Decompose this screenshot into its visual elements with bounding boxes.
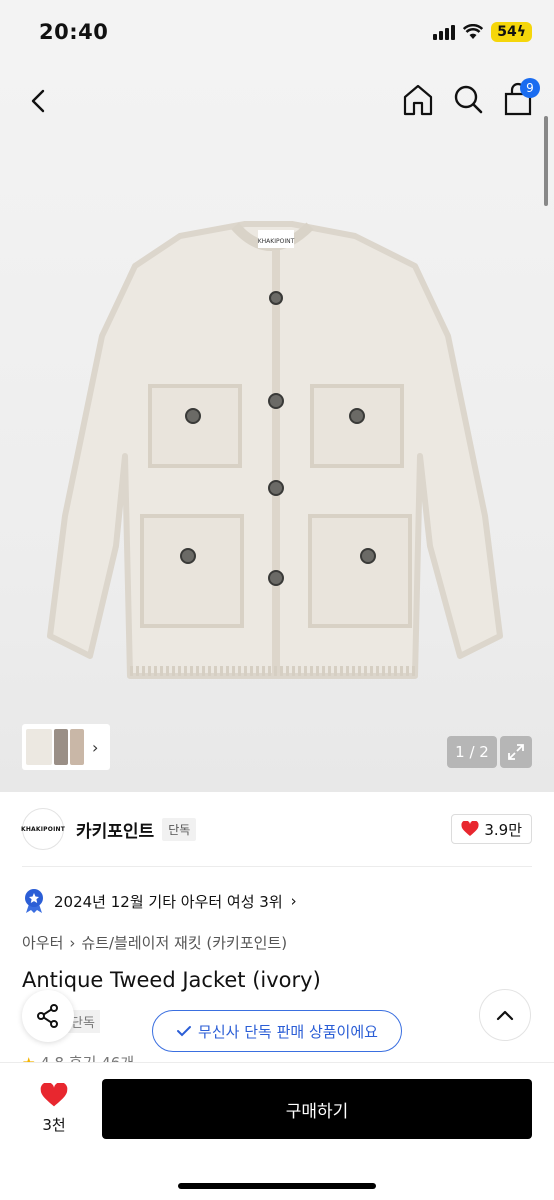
thumbnail-2[interactable]	[54, 729, 68, 765]
search-button[interactable]	[452, 82, 484, 118]
chevron-left-icon	[31, 89, 45, 113]
brand-logo[interactable]: KHAKIPOINT	[21, 808, 65, 850]
product-gallery[interactable]: 9 KHAKIPOINT › 1 / 2	[0, 66, 554, 792]
top-nav-actions: 9	[402, 78, 540, 118]
exclusive-notice-text: 무신사 단독 판매 상품이에요	[198, 1022, 378, 1041]
brand-like-button[interactable]: 3.9만	[451, 814, 532, 844]
thumbnail-1[interactable]	[26, 729, 52, 765]
ranking-link[interactable]: 2024년 12월 기타 아우터 여성 3위 ›	[22, 888, 297, 914]
back-button[interactable]	[22, 84, 56, 118]
check-icon	[177, 1026, 192, 1037]
thumbnail-strip[interactable]: ›	[22, 724, 110, 770]
signal-icon	[433, 24, 456, 40]
product-like-count: 3천	[42, 1116, 66, 1134]
cart-button[interactable]: 9	[502, 78, 540, 118]
chevron-right-icon: ›	[69, 933, 76, 952]
home-indicator	[178, 1183, 376, 1189]
ranking-badge-icon	[25, 889, 43, 913]
scroll-indicator	[544, 116, 548, 206]
breadcrumb-item[interactable]: 아우터	[22, 932, 63, 953]
image-counter: 1 / 2	[447, 736, 497, 768]
breadcrumb: 아우터 › 슈트/블레이저 재킷 (카키포인트)	[22, 932, 287, 953]
heart-icon	[40, 1082, 68, 1107]
bottom-action-bar: 3천 구매하기	[0, 1062, 554, 1200]
brand-like-count: 3.9만	[484, 820, 522, 839]
thumbnail-3[interactable]	[70, 729, 84, 765]
status-bar: 20:40 54 ϟ	[0, 0, 554, 66]
chevron-up-icon	[496, 1010, 514, 1021]
status-time: 20:40	[39, 20, 109, 44]
charging-icon: ϟ	[516, 24, 526, 40]
product-title: Antique Tweed Jacket (ivory)	[22, 968, 321, 992]
expand-icon	[508, 744, 524, 760]
home-icon	[403, 84, 433, 116]
wifi-icon	[463, 24, 484, 39]
home-button[interactable]	[402, 82, 434, 118]
status-icons: 54 ϟ	[433, 22, 532, 42]
chevron-right-icon: ›	[290, 892, 297, 910]
brand-row: KHAKIPOINT 카키포인트 단독 3.9만	[21, 806, 532, 852]
brand-name[interactable]: 카키포인트	[76, 817, 154, 842]
buy-button[interactable]: 구매하기	[102, 1079, 532, 1139]
exclusive-notice-pill: 무신사 단독 판매 상품이에요	[152, 1010, 402, 1052]
product-like-button[interactable]: 3천	[28, 1082, 80, 1135]
chevron-right-icon: ›	[92, 737, 99, 757]
scroll-top-button[interactable]	[479, 989, 531, 1041]
product-image: KHAKIPOINT	[47, 221, 503, 679]
ranking-text: 2024년 12월 기타 아우터 여성 3위	[54, 892, 283, 911]
search-icon	[454, 85, 483, 114]
battery-level: 54	[497, 24, 517, 40]
jacket-brand-label: KHAKIPOINT	[258, 238, 295, 245]
battery-indicator: 54 ϟ	[491, 22, 532, 42]
breadcrumb-item[interactable]: 슈트/블레이저 재킷 (카키포인트)	[81, 932, 287, 953]
expand-button[interactable]	[500, 736, 532, 768]
exclusive-tag: 단독	[162, 817, 197, 841]
share-icon	[37, 1004, 58, 1028]
cart-count-badge: 9	[520, 78, 540, 98]
share-button[interactable]	[22, 990, 74, 1042]
heart-icon	[461, 821, 479, 836]
divider	[22, 866, 532, 867]
